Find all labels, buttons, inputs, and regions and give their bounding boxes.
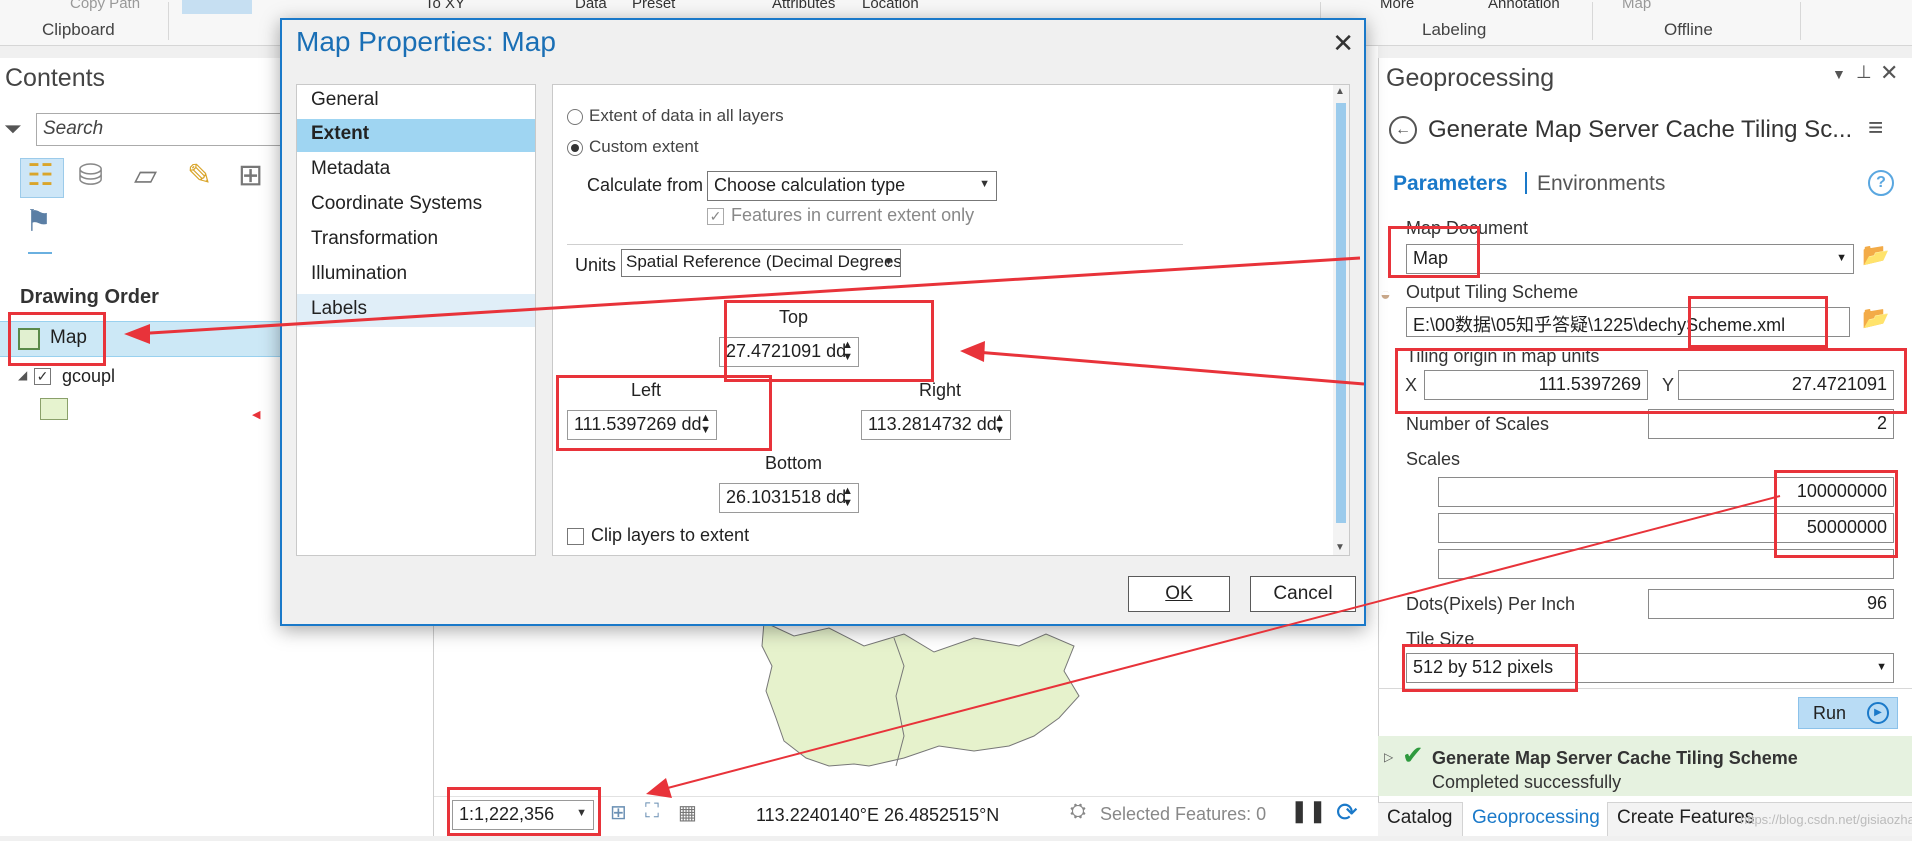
annotation-arrow [133, 256, 1361, 336]
arrowhead-icon [646, 778, 672, 798]
annotation-arrow [975, 350, 1365, 386]
arrowhead-icon [960, 341, 985, 362]
arrowhead-icon [124, 324, 150, 344]
annotation-arrows [124, 256, 1781, 798]
annotation-arrow [659, 495, 1781, 791]
